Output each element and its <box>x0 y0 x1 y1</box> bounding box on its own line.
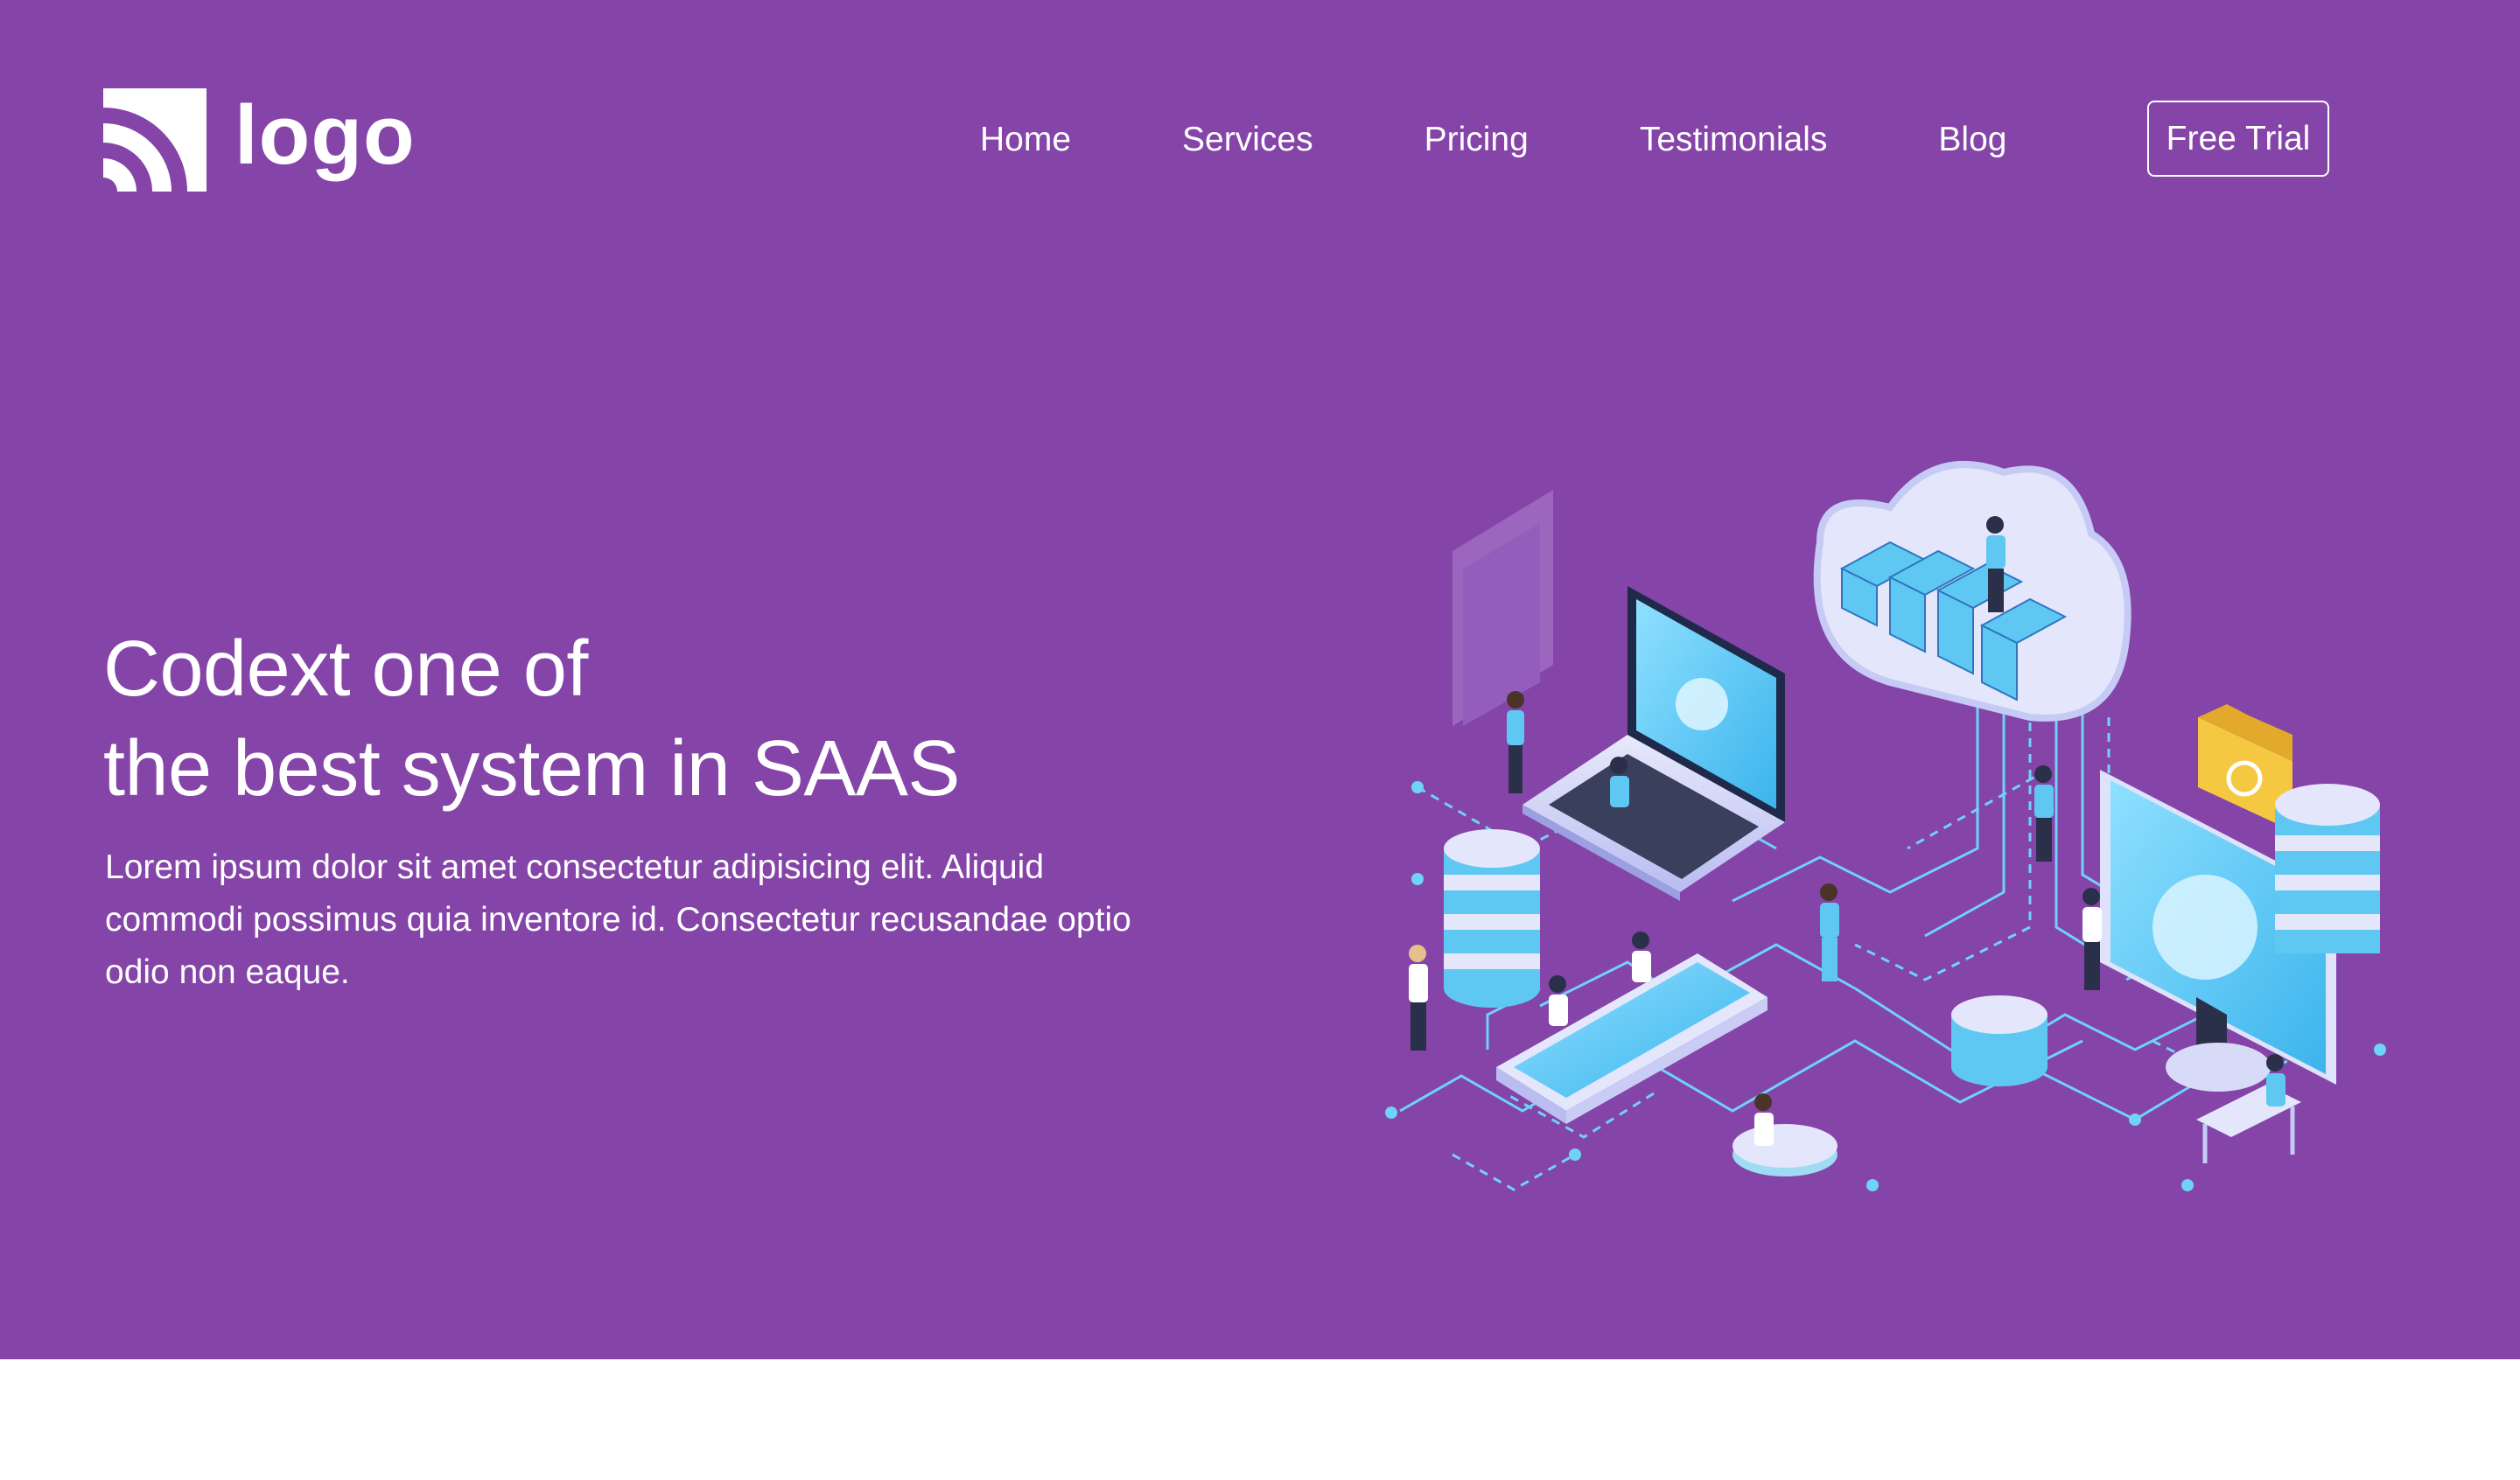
nav-testimonials[interactable]: Testimonials <box>1640 115 1828 164</box>
nav-home[interactable]: Home <box>980 115 1071 164</box>
database-left <box>1444 829 1540 1008</box>
database-right <box>2275 784 2380 953</box>
logo-text: logo <box>234 88 416 182</box>
person <box>1549 975 1568 1026</box>
logo[interactable]: logo <box>103 87 416 192</box>
hero-headline: Codext one of the best system in SAAS <box>103 619 960 819</box>
person <box>1632 932 1651 982</box>
person <box>2082 888 2102 990</box>
nav-blog[interactable]: Blog <box>1938 115 2006 164</box>
person <box>1820 883 1839 981</box>
person <box>1754 1093 1774 1146</box>
next-section <box>0 1359 2520 1480</box>
database-small <box>1951 995 2048 1086</box>
free-trial-button[interactable]: Free Trial <box>2147 101 2329 177</box>
person <box>2266 1054 2286 1107</box>
hero-description: Lorem ipsum dolor sit amet consectetur a… <box>105 848 1131 991</box>
person <box>1610 757 1629 807</box>
glass-panel <box>1452 490 1553 726</box>
signal-arcs-icon <box>103 88 206 192</box>
laptop <box>1522 586 1785 901</box>
cloud-servers <box>1813 461 2132 722</box>
headline-line-1: Codext one of <box>103 625 588 713</box>
person <box>1409 945 1428 1051</box>
nav-services[interactable]: Services <box>1182 115 1313 164</box>
nav-pricing[interactable]: Pricing <box>1424 115 1529 164</box>
person <box>1507 691 1524 793</box>
main-nav: Home Services Pricing Testimonials Blog <box>980 115 2006 164</box>
headline-line-2: the best system in SAAS <box>103 725 960 813</box>
person <box>2034 765 2054 862</box>
hero-section: logo Home Services Pricing Testimonials … <box>0 0 2520 1359</box>
isometric-cloud-saas-illustration <box>1385 461 2386 1191</box>
disk <box>1732 1124 1838 1176</box>
